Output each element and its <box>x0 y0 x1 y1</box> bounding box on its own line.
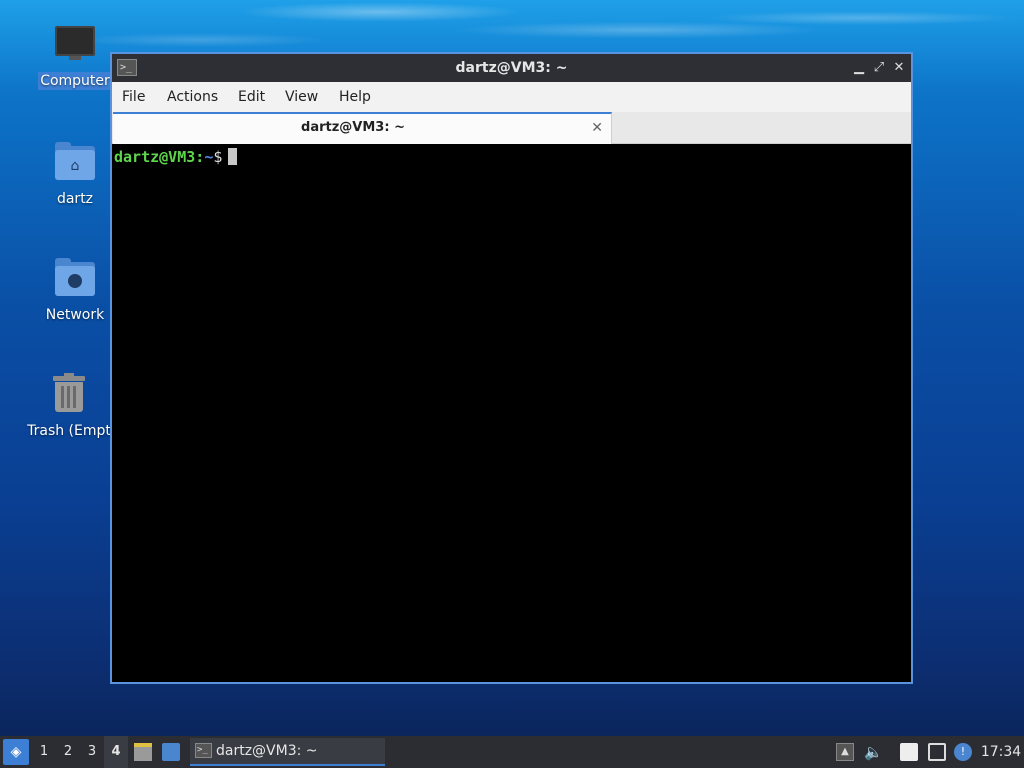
start-menu-icon[interactable]: ◈ <box>3 739 29 765</box>
workspace-1[interactable]: 1 <box>32 736 56 768</box>
update-icon[interactable]: ! <box>954 743 972 761</box>
prompt-separator: : <box>195 148 205 166</box>
desktop-icon-label: dartz <box>56 191 94 207</box>
clipboard-icon[interactable] <box>900 743 918 761</box>
tab-label: dartz@VM3: ~ <box>301 120 405 135</box>
terminal-output[interactable]: dartz@VM3:~$ <box>112 144 911 682</box>
file-manager-icon[interactable] <box>134 743 152 761</box>
menu-file[interactable]: File <box>122 82 145 112</box>
trash-icon <box>47 372 91 416</box>
show-desktop-icon[interactable] <box>162 743 180 761</box>
prompt-user-host: dartz@VM3 <box>114 148 196 166</box>
network-folder-icon <box>53 256 97 300</box>
text-cursor <box>228 148 238 165</box>
workspace-3[interactable]: 3 <box>80 736 104 768</box>
menu-edit[interactable]: Edit <box>238 82 265 112</box>
menu-view[interactable]: View <box>285 82 318 112</box>
computer-icon <box>53 22 97 66</box>
close-button[interactable]: ✕ <box>888 54 910 82</box>
tab-close-icon[interactable]: ✕ <box>591 114 603 142</box>
maximize-button[interactable]: ⤢ <box>868 54 890 82</box>
desktop-icon-trash[interactable]: Trash (Empt <box>14 372 124 440</box>
tab-terminal[interactable]: dartz@VM3: ~ ✕ <box>113 112 612 144</box>
prompt-path: ~ <box>204 148 214 166</box>
terminal-icon: >_ <box>195 743 212 758</box>
prompt-symbol: $ <box>213 148 223 166</box>
menubar: File Actions Edit View Help <box>112 82 911 112</box>
workspace-2[interactable]: 2 <box>56 736 80 768</box>
taskbar-item-terminal[interactable]: >_ dartz@VM3: ~ <box>190 738 385 766</box>
network-icon[interactable] <box>928 743 946 761</box>
menu-help[interactable]: Help <box>339 82 371 112</box>
home-folder-icon: ⌂ <box>53 140 97 184</box>
taskbar-item-label: dartz@VM3: ~ <box>216 743 318 759</box>
volume-icon[interactable]: 🔈 <box>864 743 883 761</box>
desktop-icon-label: Computer <box>38 72 112 90</box>
workspace-4[interactable]: 4 <box>104 736 128 768</box>
window-titlebar[interactable]: >_ dartz@VM3: ~ ▁ ⤢ ✕ <box>112 54 911 82</box>
menu-actions[interactable]: Actions <box>167 82 218 112</box>
taskbar: ◈ 1 2 3 4 >_ dartz@VM3: ~ ▲ 🔈 ! 17:34 <box>0 736 1024 768</box>
minimize-button[interactable]: ▁ <box>848 54 870 82</box>
clock[interactable]: 17:34 <box>978 736 1024 768</box>
terminal-window[interactable]: >_ dartz@VM3: ~ ▁ ⤢ ✕ File Actions Edit … <box>110 52 913 684</box>
window-title: dartz@VM3: ~ <box>455 60 568 76</box>
tab-bar: dartz@VM3: ~ ✕ <box>112 112 911 144</box>
up-arrow-icon[interactable]: ▲ <box>836 743 854 761</box>
desktop-icon-label: Network <box>45 307 105 323</box>
desktop-icon-label: Trash (Empt <box>27 423 111 439</box>
